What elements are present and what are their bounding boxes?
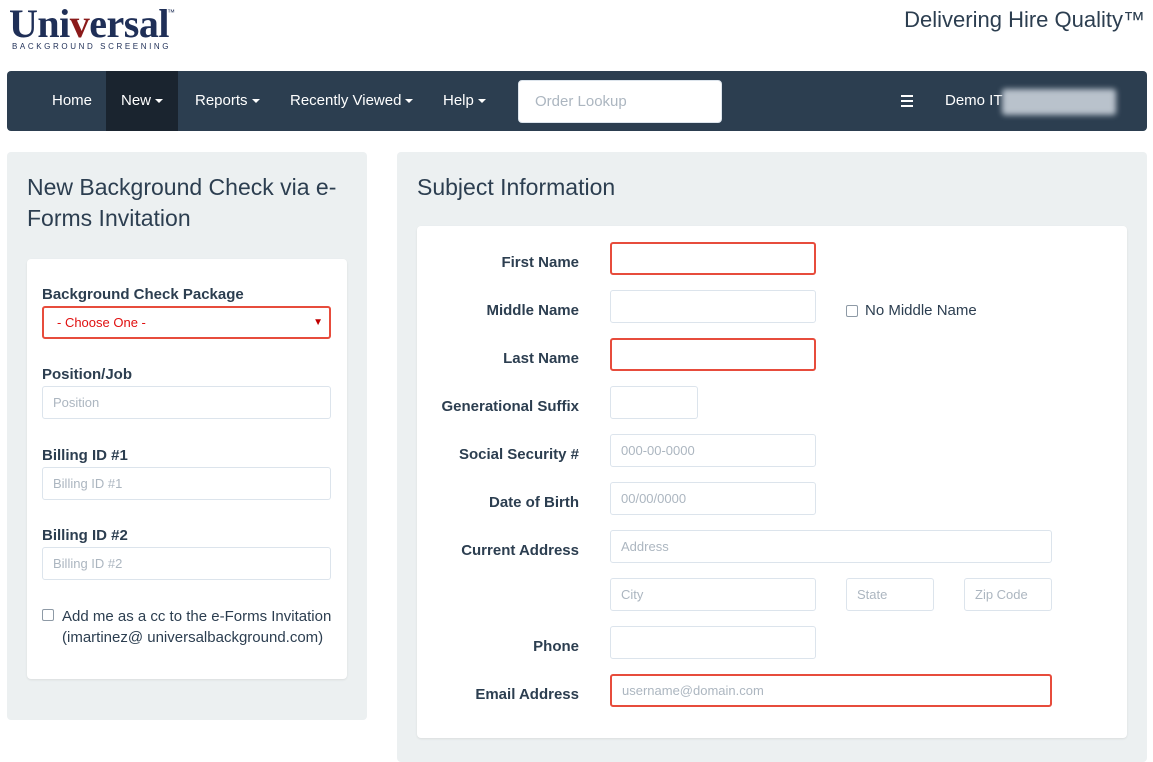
position-input[interactable] xyxy=(42,386,331,419)
address-input[interactable] xyxy=(610,530,1052,563)
no-middle-name-label: No Middle Name xyxy=(865,302,977,319)
no-middle-name-checkbox[interactable] xyxy=(846,305,858,317)
phone-label: Phone xyxy=(533,638,579,655)
order-lookup-input[interactable] xyxy=(518,80,722,123)
subject-title: Subject Information xyxy=(417,174,616,200)
caret-down-icon xyxy=(477,99,486,104)
state-input[interactable] xyxy=(846,578,934,611)
city-input[interactable] xyxy=(610,578,816,611)
invitation-form: Background Check Package - Choose One - … xyxy=(27,259,347,679)
dob-label: Date of Birth xyxy=(489,494,579,511)
logo-wordmark: Universal xyxy=(9,1,169,46)
ssn-input[interactable] xyxy=(610,434,816,467)
email-input[interactable] xyxy=(610,674,1052,707)
invitation-panel: New Background Check via e-Forms Invitat… xyxy=(7,152,367,720)
suffix-input[interactable] xyxy=(610,386,698,419)
position-label: Position/Job xyxy=(42,366,132,383)
user-name[interactable]: Demo IT xyxy=(945,71,1003,131)
nav-new[interactable]: New xyxy=(106,71,179,131)
redacted-user-text xyxy=(1002,89,1116,115)
caret-down-icon xyxy=(155,99,164,104)
nav-recently-viewed[interactable]: Recently Viewed xyxy=(275,71,428,131)
cc-checkbox[interactable] xyxy=(42,609,54,621)
nav-recently-viewed-label: Recently Viewed xyxy=(290,92,402,109)
main-navbar: Home New Reports Recently Viewed Help De… xyxy=(7,71,1147,131)
cc-label-line1: Add me as a cc to the e-Forms Invitation xyxy=(62,608,332,625)
caret-down-icon xyxy=(405,99,414,104)
logo-subtitle: BACKGROUND SCREENING xyxy=(12,42,172,51)
cc-label: Add me as a cc to the e-Forms Invitation… xyxy=(62,606,342,648)
caret-down-icon: ▼ xyxy=(313,317,323,328)
universal-logo[interactable]: Universal ™ BACKGROUND SCREENING xyxy=(9,4,179,52)
zip-input[interactable] xyxy=(964,578,1052,611)
nav-reports[interactable]: Reports xyxy=(180,71,275,131)
billing-id-2-input[interactable] xyxy=(42,547,331,580)
billing-id-1-label: Billing ID #1 xyxy=(42,447,128,464)
first-name-input[interactable] xyxy=(610,242,816,275)
phone-input[interactable] xyxy=(610,626,816,659)
nav-reports-label: Reports xyxy=(195,92,248,109)
first-name-label: First Name xyxy=(501,254,579,271)
billing-id-2-label: Billing ID #2 xyxy=(42,527,128,544)
middle-name-label: Middle Name xyxy=(486,302,579,319)
nav-help-label: Help xyxy=(443,92,474,109)
middle-name-input[interactable] xyxy=(610,290,816,323)
nav-new-label: New xyxy=(121,92,152,109)
subject-form: First Name Middle Name No Middle Name La… xyxy=(417,226,1127,738)
nav-home[interactable]: Home xyxy=(37,71,107,131)
last-name-input[interactable] xyxy=(610,338,816,371)
package-selected-value: - Choose One - xyxy=(57,315,146,330)
email-label: Email Address xyxy=(475,686,579,703)
address-label: Current Address xyxy=(461,542,579,559)
package-label: Background Check Package xyxy=(42,286,244,303)
billing-id-1-input[interactable] xyxy=(42,467,331,500)
subject-panel: Subject Information First Name Middle Na… xyxy=(397,152,1147,762)
ssn-label: Social Security # xyxy=(458,446,579,463)
caret-down-icon xyxy=(251,99,260,104)
suffix-label: Generational Suffix xyxy=(441,398,579,415)
package-select[interactable]: - Choose One - ▼ xyxy=(42,306,331,339)
logo-trademark: ™ xyxy=(167,8,175,17)
tagline: Delivering Hire Quality™ xyxy=(904,7,1145,32)
nav-home-label: Home xyxy=(52,92,93,109)
header: Universal ™ BACKGROUND SCREENING Deliver… xyxy=(0,0,1153,70)
invitation-title: New Background Check via e-Forms Invitat… xyxy=(27,174,337,231)
cc-label-line2: (imartinez@ universalbackground.com) xyxy=(62,629,324,646)
nav-help[interactable]: Help xyxy=(428,71,501,131)
dob-input[interactable] xyxy=(610,482,816,515)
last-name-label: Last Name xyxy=(503,350,579,367)
hamburger-icon[interactable] xyxy=(901,95,913,107)
